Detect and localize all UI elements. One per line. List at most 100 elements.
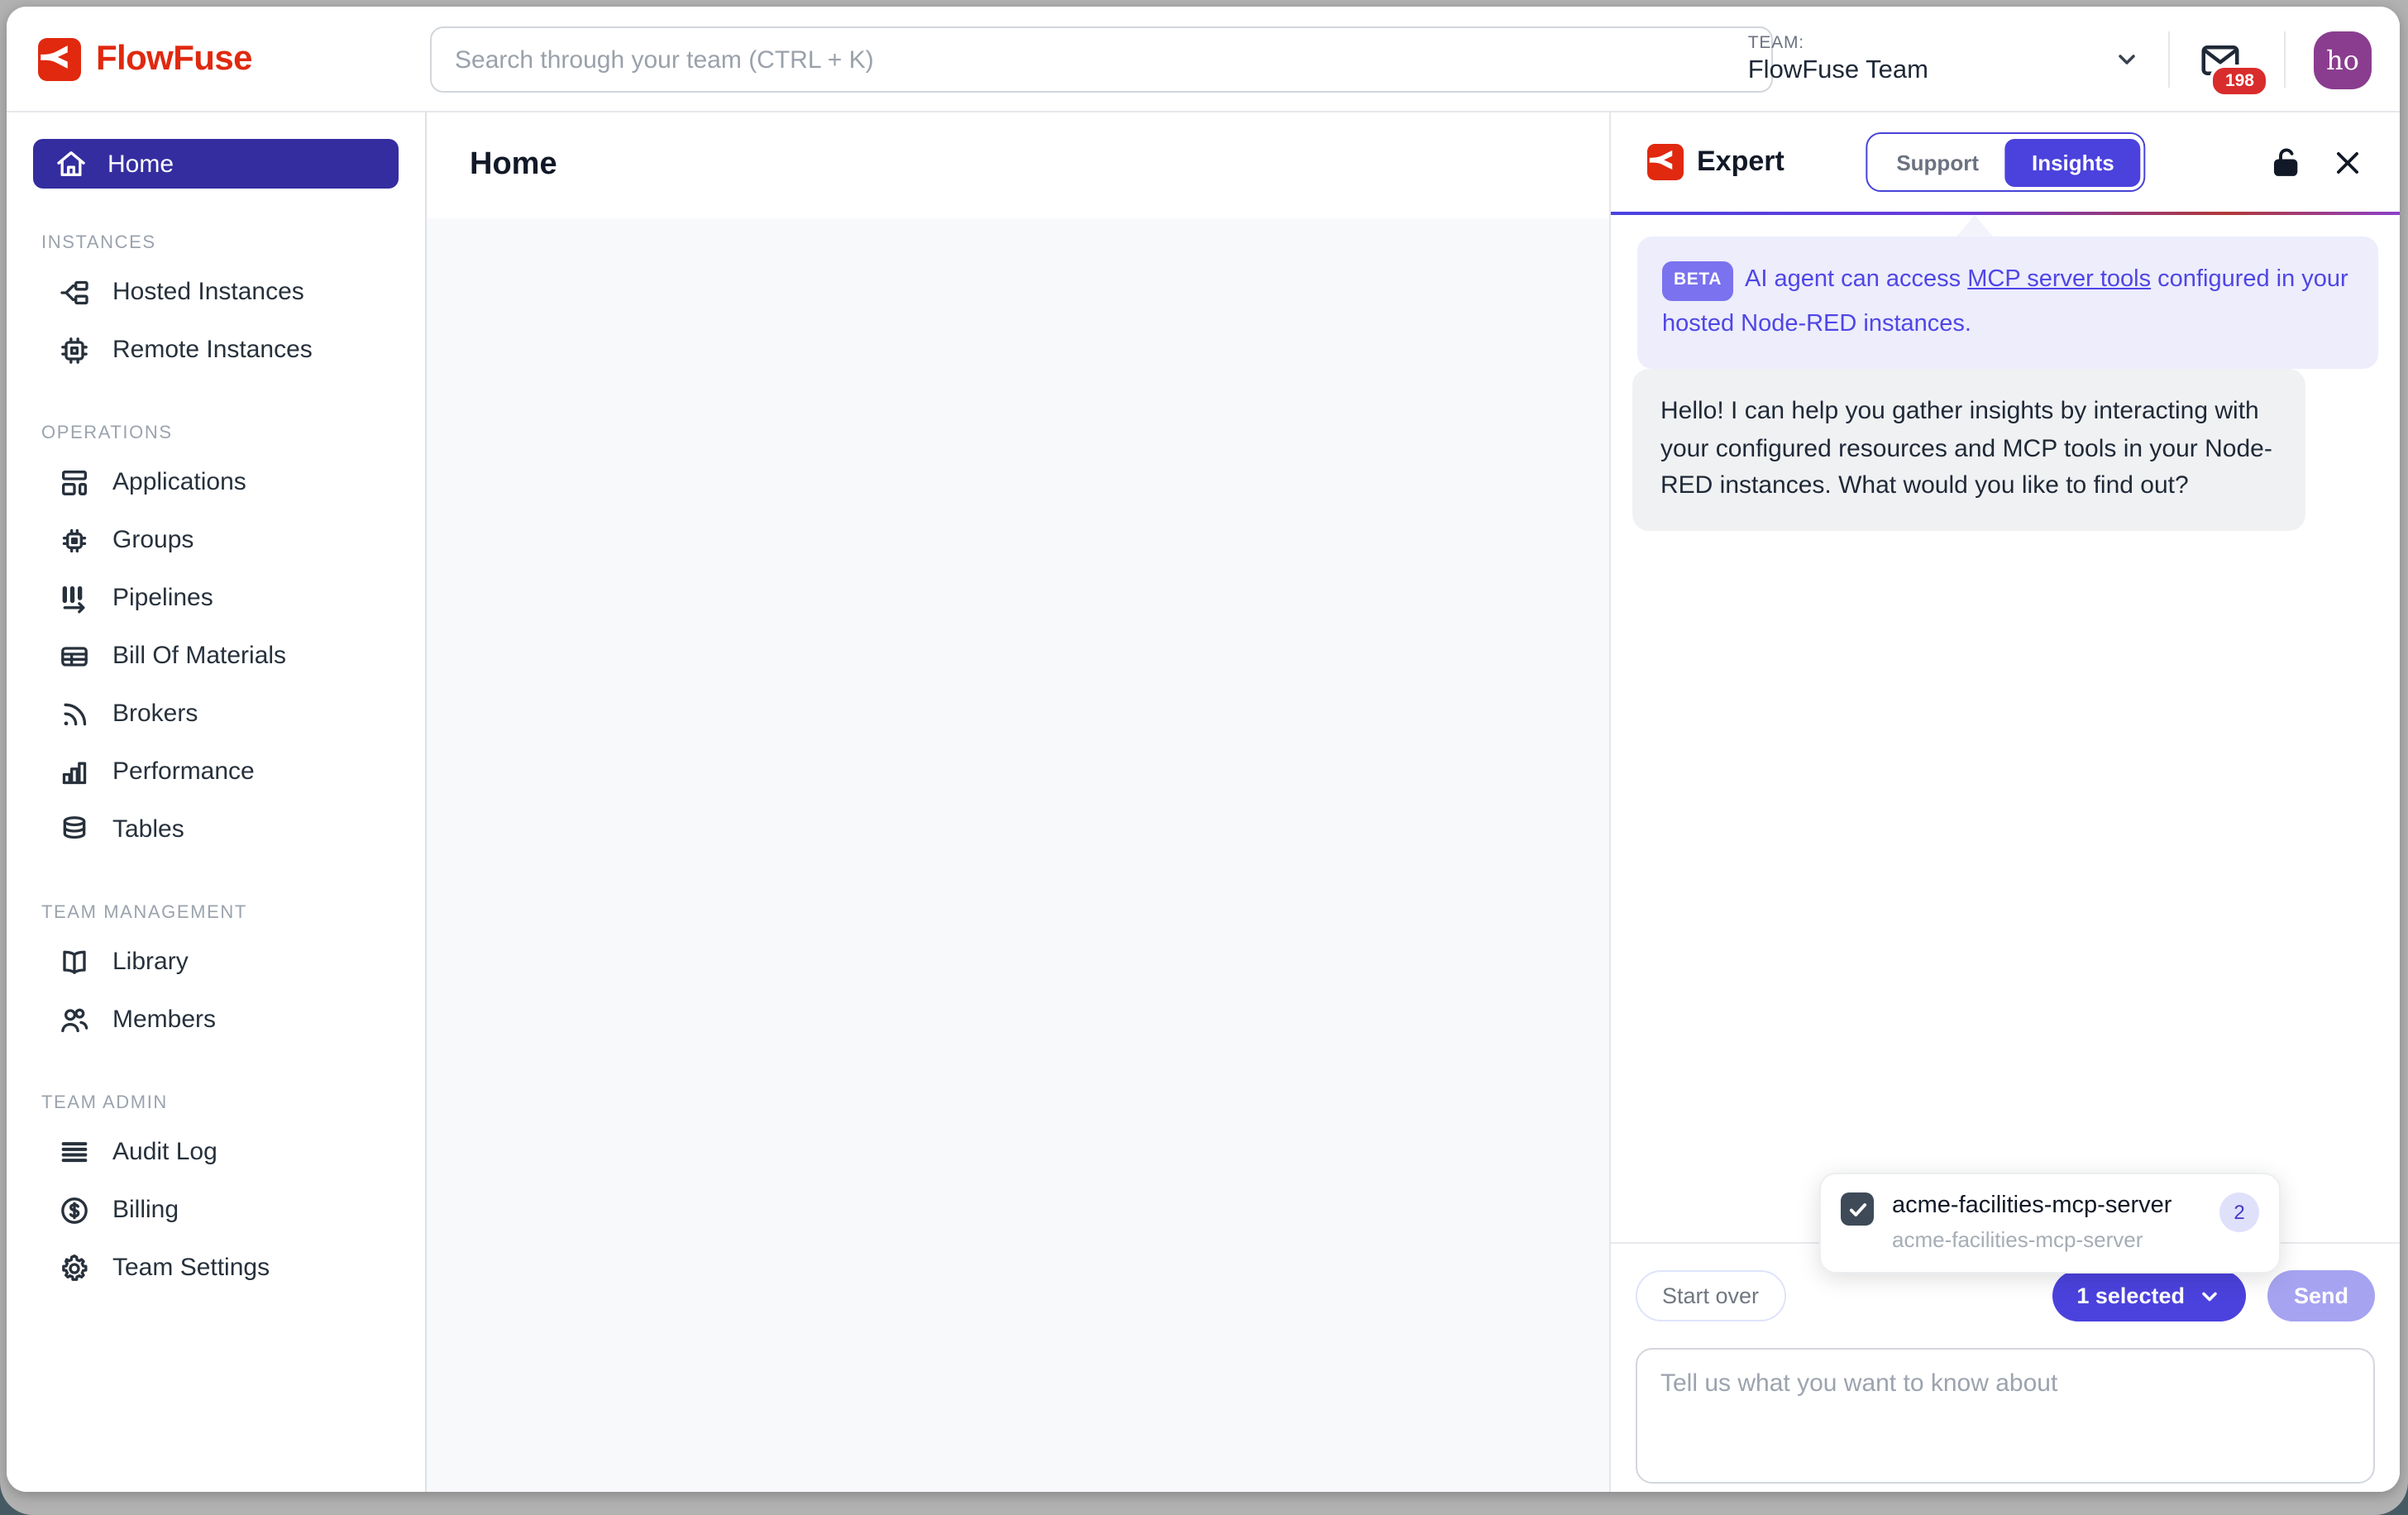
expert-logo: Expert [1647,144,1784,180]
sidebar-item-label: Audit Log [112,1138,217,1166]
sidebar-item-home[interactable]: Home [33,139,399,189]
mcp-server-name: acme-facilities-mcp-server [1892,1191,2201,1222]
start-over-button[interactable]: Start over [1636,1270,1785,1321]
sidebar-item-label: Tables [112,815,184,844]
sidebar-item-team-settings[interactable]: Team Settings [33,1239,399,1297]
top-bar: FlowFuse TEAM: FlowFuse Team 198 [7,7,2400,112]
flowfuse-logo-icon [1647,144,1684,180]
sidebar-section-team-management: TEAM MANAGEMENT [33,903,399,923]
beta-badge: BETA [1662,260,1733,301]
sidebar-item-remote-instances[interactable]: Remote Instances [33,321,399,379]
brokers-icon [58,697,91,730]
mcp-server-checkbox[interactable] [1841,1192,1874,1226]
assistant-message: Hello! I can help you gather insights by… [1632,369,2305,530]
sidebar-item-brokers[interactable]: Brokers [33,685,399,743]
tab-insights[interactable]: Insights [2005,138,2141,186]
chat-footer: Start over 1 selected Send [1611,1242,2400,1492]
sidebar-item-pipelines[interactable]: Pipelines [33,569,399,627]
avatar[interactable]: ho [2314,31,2372,88]
divider [2284,31,2286,88]
notifications-button[interactable]: 198 [2198,37,2243,82]
screen: FlowFuse TEAM: FlowFuse Team 198 [0,0,2408,1515]
sidebar-item-applications[interactable]: Applications [33,453,399,511]
sidebar-item-tables[interactable]: Tables [33,801,399,858]
sidebar-item-hosted-instances[interactable]: Hosted Instances [33,263,399,321]
selected-dropdown-button[interactable]: 1 selected [2052,1270,2246,1321]
sidebar-item-label: Team Settings [112,1254,270,1282]
sidebar-section-instances: INSTANCES [33,233,399,253]
page-title: Home [470,147,557,184]
team-label: TEAM: [1748,33,1928,55]
mcp-server-popup-item[interactable]: acme-facilities-mcp-server acme-faciliti… [1819,1173,2281,1274]
sidebar-section-team-admin: TEAM ADMIN [33,1093,399,1113]
banner-text: AI agent can access [1745,266,1967,293]
logo-text: FlowFuse [96,39,252,79]
divider [2168,31,2170,88]
team-selector[interactable]: TEAM: FlowFuse Team [1748,33,2140,87]
mcp-server-count-badge: 2 [2219,1192,2259,1232]
team-name: FlowFuse Team [1748,55,1928,87]
hosted-instances-icon [58,275,91,308]
sidebar-section-operations: OPERATIONS [33,423,399,443]
sidebar-item-performance[interactable]: Performance [33,743,399,801]
unlock-button[interactable] [2269,145,2304,179]
sidebar-item-library[interactable]: Library [33,933,399,991]
send-button[interactable]: Send [2267,1270,2375,1321]
topbar-right: TEAM: FlowFuse Team 198 ho [1748,7,2372,112]
close-icon [2332,146,2363,178]
expert-panel: Expert Support Insights [1609,112,2400,1492]
mcp-server-tools-link[interactable]: MCP server tools [1967,266,2151,293]
sidebar-item-label: Applications [112,468,246,496]
mcp-server-subtitle: acme-facilities-mcp-server [1892,1227,2201,1252]
library-icon [58,945,91,978]
main-header: Home [427,112,1609,218]
pipelines-icon [58,581,91,614]
tables-icon [58,813,91,846]
chevron-down-icon [2114,46,2140,73]
chevron-down-icon [2198,1284,2221,1307]
settings-icon [58,1251,91,1284]
beta-banner: BETA AI agent can access MCP server tools… [1637,237,2378,368]
sidebar-item-label: Groups [112,526,194,554]
sidebar-item-label: Performance [112,758,255,786]
sidebar-item-label: Pipelines [112,584,213,612]
expert-tabs: Support Insights [1865,132,2145,192]
expert-title: Expert [1697,146,1784,179]
home-icon [55,147,88,180]
sidebar-item-label: Home [108,150,174,178]
main-content: Home [427,112,1609,1492]
sidebar-item-bill-of-materials[interactable]: Bill Of Materials [33,627,399,685]
sidebar-item-label: Library [112,948,189,976]
sidebar-item-label: Billing [112,1196,179,1224]
chat-messages: BETA AI agent can access MCP server tools… [1611,215,2400,1242]
sidebar: Home INSTANCES Hosted Instances Remote I… [7,112,427,1492]
sidebar-item-members[interactable]: Members [33,991,399,1049]
sidebar-item-label: Brokers [112,700,198,728]
tab-support[interactable]: Support [1870,138,2005,186]
remote-instances-icon [58,333,91,366]
members-icon [58,1003,91,1036]
flowfuse-logo[interactable]: FlowFuse [7,37,395,80]
notification-badge: 198 [2210,64,2269,97]
sidebar-item-audit-log[interactable]: Audit Log [33,1123,399,1181]
close-panel-button[interactable] [2332,146,2363,178]
unlock-icon [2269,145,2304,179]
sidebar-item-label: Hosted Instances [112,278,304,306]
app-window: FlowFuse TEAM: FlowFuse Team 198 [7,7,2400,1492]
search-input[interactable] [430,26,1773,93]
sidebar-item-label: Members [112,1006,216,1034]
expert-panel-header: Expert Support Insights [1611,112,2400,212]
billing-icon [58,1193,91,1226]
sidebar-item-billing[interactable]: Billing [33,1181,399,1239]
bill-of-materials-icon [58,639,91,672]
groups-icon [58,523,91,557]
sidebar-item-groups[interactable]: Groups [33,511,399,569]
banner-arrow [1956,215,1993,237]
applications-icon [58,466,91,499]
audit-log-icon [58,1135,91,1169]
composer-input[interactable] [1636,1348,2375,1484]
sidebar-item-label: Bill Of Materials [112,642,286,670]
performance-icon [58,755,91,788]
selected-count-label: 1 selected [2076,1283,2185,1308]
check-icon [1847,1198,1868,1220]
